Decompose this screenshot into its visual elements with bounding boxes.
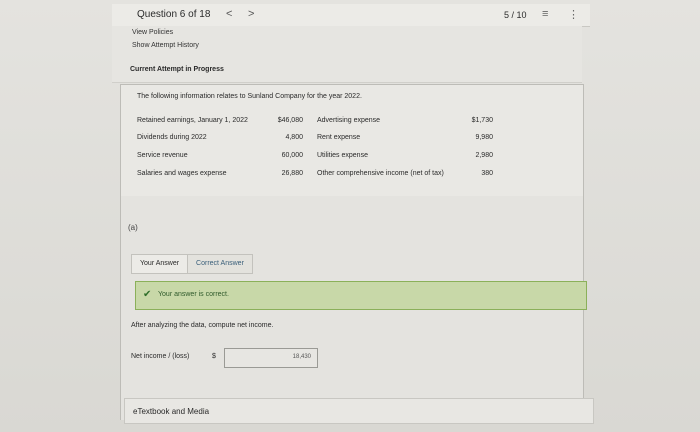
data-label: Retained earnings, January 1, 2022 xyxy=(137,117,248,124)
data-label: Salaries and wages expense xyxy=(137,170,227,177)
data-label: Other comprehensive income (net of tax) xyxy=(317,170,444,177)
data-label: Service revenue xyxy=(137,152,188,159)
correct-message: Your answer is correct. xyxy=(158,291,229,298)
data-value: $1,730 xyxy=(471,117,493,124)
part-label: (a) xyxy=(128,223,138,232)
currency-symbol: $ xyxy=(212,353,216,360)
correct-banner: ✔ Your answer is correct. xyxy=(135,281,587,310)
page-indicator: 5 / 10 xyxy=(504,10,527,20)
net-income-input[interactable]: 18,430 xyxy=(224,348,318,368)
data-label: Rent expense xyxy=(317,134,361,141)
data-value: 60,000 xyxy=(281,152,303,159)
attempt-links: View Policies Show Attempt History Curre… xyxy=(112,26,582,83)
net-income-label: Net income / (loss) xyxy=(131,353,190,360)
tab-your-answer[interactable]: Your Answer xyxy=(131,254,189,274)
question-prompt: After analyzing the data, compute net in… xyxy=(131,322,274,329)
question-header: Question 6 of 18 < > 5 / 10 ≡ ⋮ xyxy=(112,4,590,27)
data-value: 26,880 xyxy=(281,170,303,177)
tab-correct-answer[interactable]: Correct Answer xyxy=(188,254,253,274)
data-label: Utilities expense xyxy=(317,152,368,159)
etextbook-label: eTextbook and Media xyxy=(133,407,210,416)
current-attempt-label: Current Attempt in Progress xyxy=(130,66,224,73)
data-label: Advertising expense xyxy=(317,117,381,124)
view-policies-link[interactable]: View Policies xyxy=(132,29,173,36)
question-intro: The following information relates to Sun… xyxy=(137,93,362,100)
next-question-button[interactable]: > xyxy=(248,8,254,20)
check-icon: ✔ xyxy=(143,289,152,300)
data-value: 9,980 xyxy=(475,134,493,141)
data-value: 380 xyxy=(481,170,493,177)
data-value: $46,080 xyxy=(277,117,303,124)
net-income-value: 18,430 xyxy=(292,354,311,360)
more-icon[interactable]: ⋮ xyxy=(568,8,579,21)
show-attempt-history-link[interactable]: Show Attempt History xyxy=(132,42,199,49)
page: Question 6 of 18 < > 5 / 10 ≡ ⋮ View Pol… xyxy=(0,0,700,432)
question-label: Question 6 of 18 xyxy=(137,9,211,20)
data-value: 2,980 xyxy=(475,152,493,159)
data-value: 4,800 xyxy=(285,134,303,141)
list-icon[interactable]: ≡ xyxy=(542,8,548,20)
etextbook-media-link[interactable]: eTextbook and Media xyxy=(124,398,594,424)
data-label: Dividends during 2022 xyxy=(137,134,207,141)
answer-tabs: Your Answer Correct Answer xyxy=(131,254,253,274)
question-panel: The following information relates to Sun… xyxy=(120,84,584,198)
previous-question-button[interactable]: < xyxy=(226,8,232,20)
